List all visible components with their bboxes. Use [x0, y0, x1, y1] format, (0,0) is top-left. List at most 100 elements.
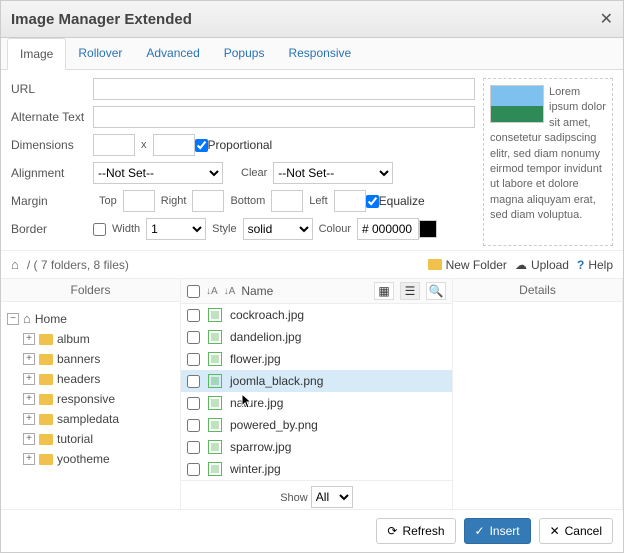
- file-row[interactable]: joomla_black.png: [181, 370, 452, 392]
- insert-button[interactable]: ✓Insert: [464, 518, 531, 544]
- url-label: URL: [11, 82, 93, 96]
- file-row[interactable]: powered_by.png: [181, 414, 452, 436]
- new-folder-button[interactable]: New Folder: [428, 258, 507, 272]
- tree-item[interactable]: +yootheme: [5, 449, 176, 469]
- grid-view-button[interactable]: ▦: [374, 282, 394, 300]
- proportional-label: Proportional: [208, 138, 273, 152]
- expand-icon[interactable]: +: [23, 453, 35, 465]
- expand-icon[interactable]: +: [23, 353, 35, 365]
- border-width-select[interactable]: 1: [146, 218, 206, 240]
- clear-select[interactable]: --Not Set--: [273, 162, 393, 184]
- tree-root[interactable]: −⌂Home: [5, 308, 176, 329]
- tree-item[interactable]: +banners: [5, 349, 176, 369]
- show-select[interactable]: All: [311, 486, 353, 508]
- image-file-icon: [208, 418, 222, 432]
- color-swatch[interactable]: [419, 220, 437, 238]
- home-icon[interactable]: ⌂: [11, 257, 19, 272]
- proportional-checkbox[interactable]: [195, 139, 208, 152]
- expand-icon[interactable]: +: [23, 393, 35, 405]
- file-row[interactable]: cockroach.jpg: [181, 304, 452, 326]
- folder-icon: [39, 454, 53, 465]
- sort-ext-icon[interactable]: ↓A: [206, 286, 218, 297]
- equalize-checkbox[interactable]: [366, 195, 379, 208]
- file-checkbox[interactable]: [187, 419, 200, 432]
- show-label: Show: [280, 492, 308, 504]
- select-all-checkbox[interactable]: [187, 285, 200, 298]
- margin-left-input[interactable]: [334, 190, 366, 212]
- tab-rollover[interactable]: Rollover: [66, 38, 134, 69]
- file-checkbox[interactable]: [187, 397, 200, 410]
- file-name: powered_by.png: [230, 418, 318, 432]
- folder-icon: [39, 374, 53, 385]
- file-row[interactable]: flower.jpg: [181, 348, 452, 370]
- file-checkbox[interactable]: [187, 441, 200, 454]
- details-header: Details: [453, 279, 622, 302]
- file-checkbox[interactable]: [187, 375, 200, 388]
- left-label: Left: [309, 195, 327, 207]
- file-row[interactable]: sparrow.jpg: [181, 436, 452, 458]
- height-input[interactable]: [153, 134, 195, 156]
- tab-image[interactable]: Image: [7, 38, 66, 70]
- margin-label: Margin: [11, 194, 93, 208]
- tree-item[interactable]: +sampledata: [5, 409, 176, 429]
- help-icon: ?: [577, 258, 584, 272]
- image-file-icon: [208, 352, 222, 366]
- file-row[interactable]: nature.jpg: [181, 392, 452, 414]
- expand-icon[interactable]: +: [23, 433, 35, 445]
- file-checkbox[interactable]: [187, 309, 200, 322]
- expand-icon[interactable]: +: [23, 413, 35, 425]
- width-label: Width: [112, 223, 140, 235]
- margin-bottom-input[interactable]: [271, 190, 303, 212]
- border-checkbox[interactable]: [93, 223, 106, 236]
- top-label: Top: [99, 195, 117, 207]
- align-select[interactable]: --Not Set--: [93, 162, 223, 184]
- search-button[interactable]: 🔍: [426, 282, 446, 300]
- tree-item[interactable]: +headers: [5, 369, 176, 389]
- folder-icon: [39, 354, 53, 365]
- check-icon: ✓: [475, 524, 485, 538]
- file-row[interactable]: winter.jpg: [181, 458, 452, 480]
- home-icon: ⌂: [23, 311, 31, 326]
- collapse-icon[interactable]: −: [7, 313, 19, 325]
- file-checkbox[interactable]: [187, 353, 200, 366]
- expand-icon[interactable]: +: [23, 373, 35, 385]
- tree-item[interactable]: +tutorial: [5, 429, 176, 449]
- upload-button[interactable]: ☁Upload: [515, 258, 569, 272]
- border-style-select[interactable]: solid: [243, 218, 313, 240]
- align-label: Alignment: [11, 166, 93, 180]
- margin-top-input[interactable]: [123, 190, 155, 212]
- border-colour-input[interactable]: [357, 218, 419, 240]
- cancel-button[interactable]: ✕Cancel: [539, 518, 613, 544]
- url-input[interactable]: [93, 78, 475, 100]
- list-view-button[interactable]: ☰: [400, 282, 420, 300]
- file-name: joomla_black.png: [230, 374, 323, 388]
- file-row[interactable]: dandelion.jpg: [181, 326, 452, 348]
- file-name: winter.jpg: [230, 462, 281, 476]
- dim-sep: x: [141, 139, 147, 151]
- image-file-icon: [208, 374, 222, 388]
- file-checkbox[interactable]: [187, 331, 200, 344]
- sort-name-icon[interactable]: ↓A: [224, 286, 236, 297]
- tree-item[interactable]: +responsive: [5, 389, 176, 409]
- close-icon[interactable]: ✕: [600, 9, 613, 29]
- folder-icon: [39, 334, 53, 345]
- folder-icon: [39, 434, 53, 445]
- refresh-button[interactable]: ⟳Refresh: [376, 518, 455, 544]
- tab-responsive[interactable]: Responsive: [276, 38, 363, 69]
- breadcrumb: / ( 7 folders, 8 files): [27, 258, 129, 272]
- border-label: Border: [11, 222, 93, 236]
- tree-item[interactable]: +album: [5, 329, 176, 349]
- expand-icon[interactable]: +: [23, 333, 35, 345]
- width-input[interactable]: [93, 134, 135, 156]
- file-name: flower.jpg: [230, 352, 281, 366]
- name-header[interactable]: Name: [241, 284, 368, 298]
- folder-icon: [39, 414, 53, 425]
- preview-thumb: [490, 85, 544, 123]
- help-button[interactable]: ?Help: [577, 258, 613, 272]
- alt-input[interactable]: [93, 106, 475, 128]
- margin-right-input[interactable]: [192, 190, 224, 212]
- file-checkbox[interactable]: [187, 463, 200, 476]
- tab-popups[interactable]: Popups: [212, 38, 277, 69]
- tab-advanced[interactable]: Advanced: [134, 38, 211, 69]
- folders-header: Folders: [1, 279, 180, 302]
